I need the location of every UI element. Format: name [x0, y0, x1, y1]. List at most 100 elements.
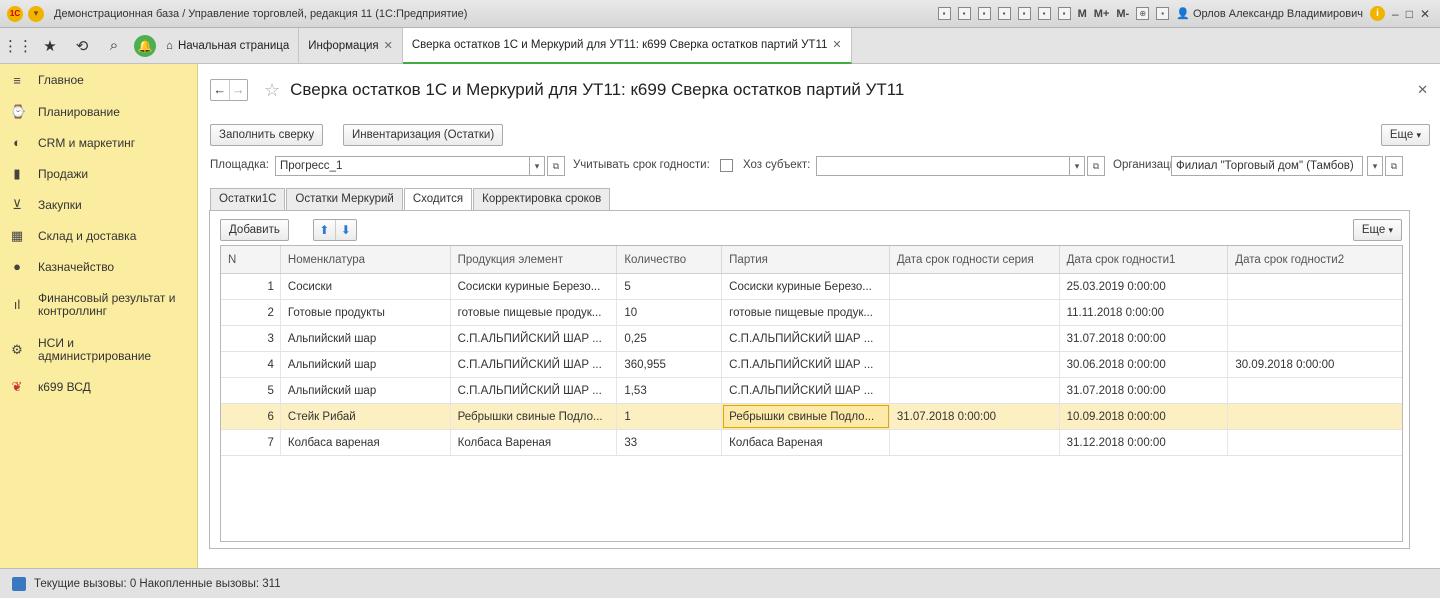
cell-n[interactable]: 4: [221, 352, 281, 377]
close-form-icon[interactable]: ✕: [1417, 82, 1428, 98]
cell-expiry-1[interactable]: 31.12.2018 0:00:00: [1060, 430, 1229, 455]
tab-home[interactable]: ⌂ Начальная страница: [162, 27, 300, 64]
cell-expiry-2[interactable]: [1228, 274, 1402, 299]
cell-quantity[interactable]: 360,955: [617, 352, 723, 377]
close-tab-icon[interactable]: ✕: [384, 39, 393, 52]
table-row[interactable]: 4 Альпийский шар С.П.АЛЬПИЙСКИЙ ШАР ... 360…: [221, 352, 1402, 378]
tab-date-correction[interactable]: Корректировка сроков: [473, 188, 611, 210]
organization-input[interactable]: Филиал "Торговый дом" (Тамбов): [1171, 156, 1363, 176]
cell-product-element[interactable]: Сосиски куриные Березо...: [451, 274, 618, 299]
save-icon[interactable]: ▪: [937, 7, 951, 20]
cell-expiry-series[interactable]: [890, 352, 1060, 377]
table-row[interactable]: 6 Стейк Рибай Ребрышки свиные Подло... 1 Реб…: [221, 404, 1402, 430]
cell-product-element[interactable]: С.П.АЛЬПИЙСКИЙ ШАР ...: [451, 326, 618, 351]
notifications-bell-icon[interactable]: 🔔: [134, 34, 156, 57]
cell-product-element[interactable]: С.П.АЛЬПИЙСКИЙ ШАР ...: [451, 352, 618, 377]
info-icon[interactable]: i: [1370, 6, 1385, 21]
cell-expiry-1[interactable]: 31.07.2018 0:00:00: [1060, 326, 1229, 351]
more-button[interactable]: Еще ▾: [1380, 124, 1430, 146]
cell-expiry-2[interactable]: [1228, 378, 1402, 403]
tab-info[interactable]: Информация ✕: [299, 27, 403, 64]
calculator-icon[interactable]: ▪: [1037, 7, 1051, 20]
cell-product-element[interactable]: Ребрышки свиные Подло...: [451, 404, 618, 429]
cell-batch[interactable]: Ребрышки свиные Подло...: [722, 404, 890, 429]
sidebar-item-admin[interactable]: ⚙ НСИ и администрирование: [0, 327, 197, 372]
close-tab-icon[interactable]: ✕: [832, 38, 841, 51]
cell-batch[interactable]: готовые пищевые продук...: [722, 300, 890, 325]
cell-expiry-series[interactable]: [890, 300, 1060, 325]
col-expiry-2[interactable]: Дата срок годности2: [1228, 246, 1402, 273]
main-menu-icon[interactable]: ▾: [28, 5, 44, 22]
back-arrow-icon[interactable]: ←: [211, 80, 229, 100]
zoom-icon[interactable]: ⊕: [1136, 7, 1150, 20]
cell-expiry-2[interactable]: [1228, 430, 1402, 455]
cell-expiry-1[interactable]: 25.03.2019 0:00:00: [1060, 274, 1229, 299]
tab-stock-mercury[interactable]: Остатки Меркурий: [286, 188, 403, 210]
layout-icon[interactable]: ▪: [1156, 7, 1170, 20]
cell-product-element[interactable]: готовые пищевые продук...: [451, 300, 618, 325]
inventory-button[interactable]: Инвентаризация (Остатки): [343, 124, 504, 146]
cell-product-element[interactable]: Колбаса Вареная: [451, 430, 618, 455]
cell-quantity[interactable]: 5: [617, 274, 723, 299]
cell-expiry-series[interactable]: [890, 378, 1060, 403]
cell-expiry-series[interactable]: 31.07.2018 0:00:00: [890, 404, 1060, 429]
cell-batch[interactable]: С.П.АЛЬПИЙСКИЙ ШАР ...: [722, 378, 890, 403]
cell-nomenclature[interactable]: Сосиски: [281, 274, 451, 299]
cell-n[interactable]: 7: [221, 430, 281, 455]
expiry-checkbox[interactable]: [720, 159, 733, 172]
memory-m-button[interactable]: M: [1078, 8, 1087, 20]
maximize-button[interactable]: □: [1406, 7, 1413, 21]
link-icon[interactable]: ▪: [1017, 7, 1031, 20]
table-row[interactable]: 5 Альпийский шар С.П.АЛЬПИЙСКИЙ ШАР ... 1,5…: [221, 378, 1402, 404]
col-expiry-series[interactable]: Дата срок годности серия: [890, 246, 1060, 273]
cell-quantity[interactable]: 1: [617, 404, 723, 429]
cell-nomenclature[interactable]: Готовые продукты: [281, 300, 451, 325]
cell-expiry-series[interactable]: [890, 430, 1060, 455]
preview-icon[interactable]: ▪: [977, 7, 991, 20]
memory-mminus-button[interactable]: M-: [1116, 8, 1129, 20]
cell-batch[interactable]: Колбаса Вареная: [722, 430, 890, 455]
cell-expiry-2[interactable]: [1228, 326, 1402, 351]
history-icon[interactable]: ⟲: [68, 32, 96, 60]
cell-nomenclature[interactable]: Альпийский шар: [281, 326, 451, 351]
organization-open-icon[interactable]: ⧉: [1385, 156, 1403, 176]
cell-quantity[interactable]: 10: [617, 300, 723, 325]
move-down-icon[interactable]: ⬇: [334, 220, 357, 240]
cell-n[interactable]: 5: [221, 378, 281, 403]
col-expiry-1[interactable]: Дата срок годности1: [1060, 246, 1229, 273]
cell-expiry-2[interactable]: 30.09.2018 0:00:00: [1228, 352, 1402, 377]
calls-icon[interactable]: [12, 576, 26, 591]
cell-expiry-1[interactable]: 31.07.2018 0:00:00: [1060, 378, 1229, 403]
table-row[interactable]: 1 Сосиски Сосиски куриные Березо... 5 Сосиск…: [221, 274, 1402, 300]
cell-n[interactable]: 1: [221, 274, 281, 299]
sidebar-item-planning[interactable]: ⌚ Планирование: [0, 96, 197, 127]
close-window-button[interactable]: ✕: [1420, 7, 1430, 21]
cell-expiry-1[interactable]: 30.06.2018 0:00:00: [1060, 352, 1229, 377]
cell-quantity[interactable]: 0,25: [617, 326, 723, 351]
print-icon[interactable]: ▪: [957, 7, 971, 20]
attach-icon[interactable]: ▪: [997, 7, 1011, 20]
tab-matches[interactable]: Сходится: [403, 188, 473, 211]
cell-expiry-1[interactable]: 11.11.2018 0:00:00: [1060, 300, 1229, 325]
sidebar-item-vsd[interactable]: ❦ к699 ВСД: [0, 372, 197, 402]
table-more-button[interactable]: Еще ▾: [1352, 219, 1402, 241]
organization-dropdown-icon[interactable]: ▾: [1367, 156, 1383, 176]
cell-batch[interactable]: Сосиски куриные Березо...: [722, 274, 890, 299]
col-batch[interactable]: Партия: [722, 246, 890, 273]
sidebar-item-crm[interactable]: ◐ CRM и маркетинг: [0, 127, 197, 158]
cell-nomenclature[interactable]: Стейк Рибай: [281, 404, 451, 429]
calendar-icon[interactable]: ▪: [1057, 7, 1071, 20]
cell-nomenclature[interactable]: Альпийский шар: [281, 352, 451, 377]
favorite-star-icon[interactable]: ☆: [264, 80, 280, 101]
site-dropdown-icon[interactable]: ▾: [529, 156, 545, 176]
site-open-icon[interactable]: ⧉: [547, 156, 565, 176]
sidebar-item-sales[interactable]: ▮ Продажи: [0, 158, 197, 189]
subject-input[interactable]: [816, 156, 1070, 176]
fill-reconciliation-button[interactable]: Заполнить сверку: [210, 124, 324, 146]
add-button[interactable]: Добавить: [220, 219, 289, 241]
col-n[interactable]: N: [221, 246, 281, 273]
memory-mplus-button[interactable]: M+: [1094, 8, 1110, 20]
cell-batch[interactable]: С.П.АЛЬПИЙСКИЙ ШАР ...: [722, 352, 890, 377]
cell-expiry-series[interactable]: [890, 274, 1060, 299]
table-row[interactable]: 3 Альпийский шар С.П.АЛЬПИЙСКИЙ ШАР ... 0,2…: [221, 326, 1402, 352]
